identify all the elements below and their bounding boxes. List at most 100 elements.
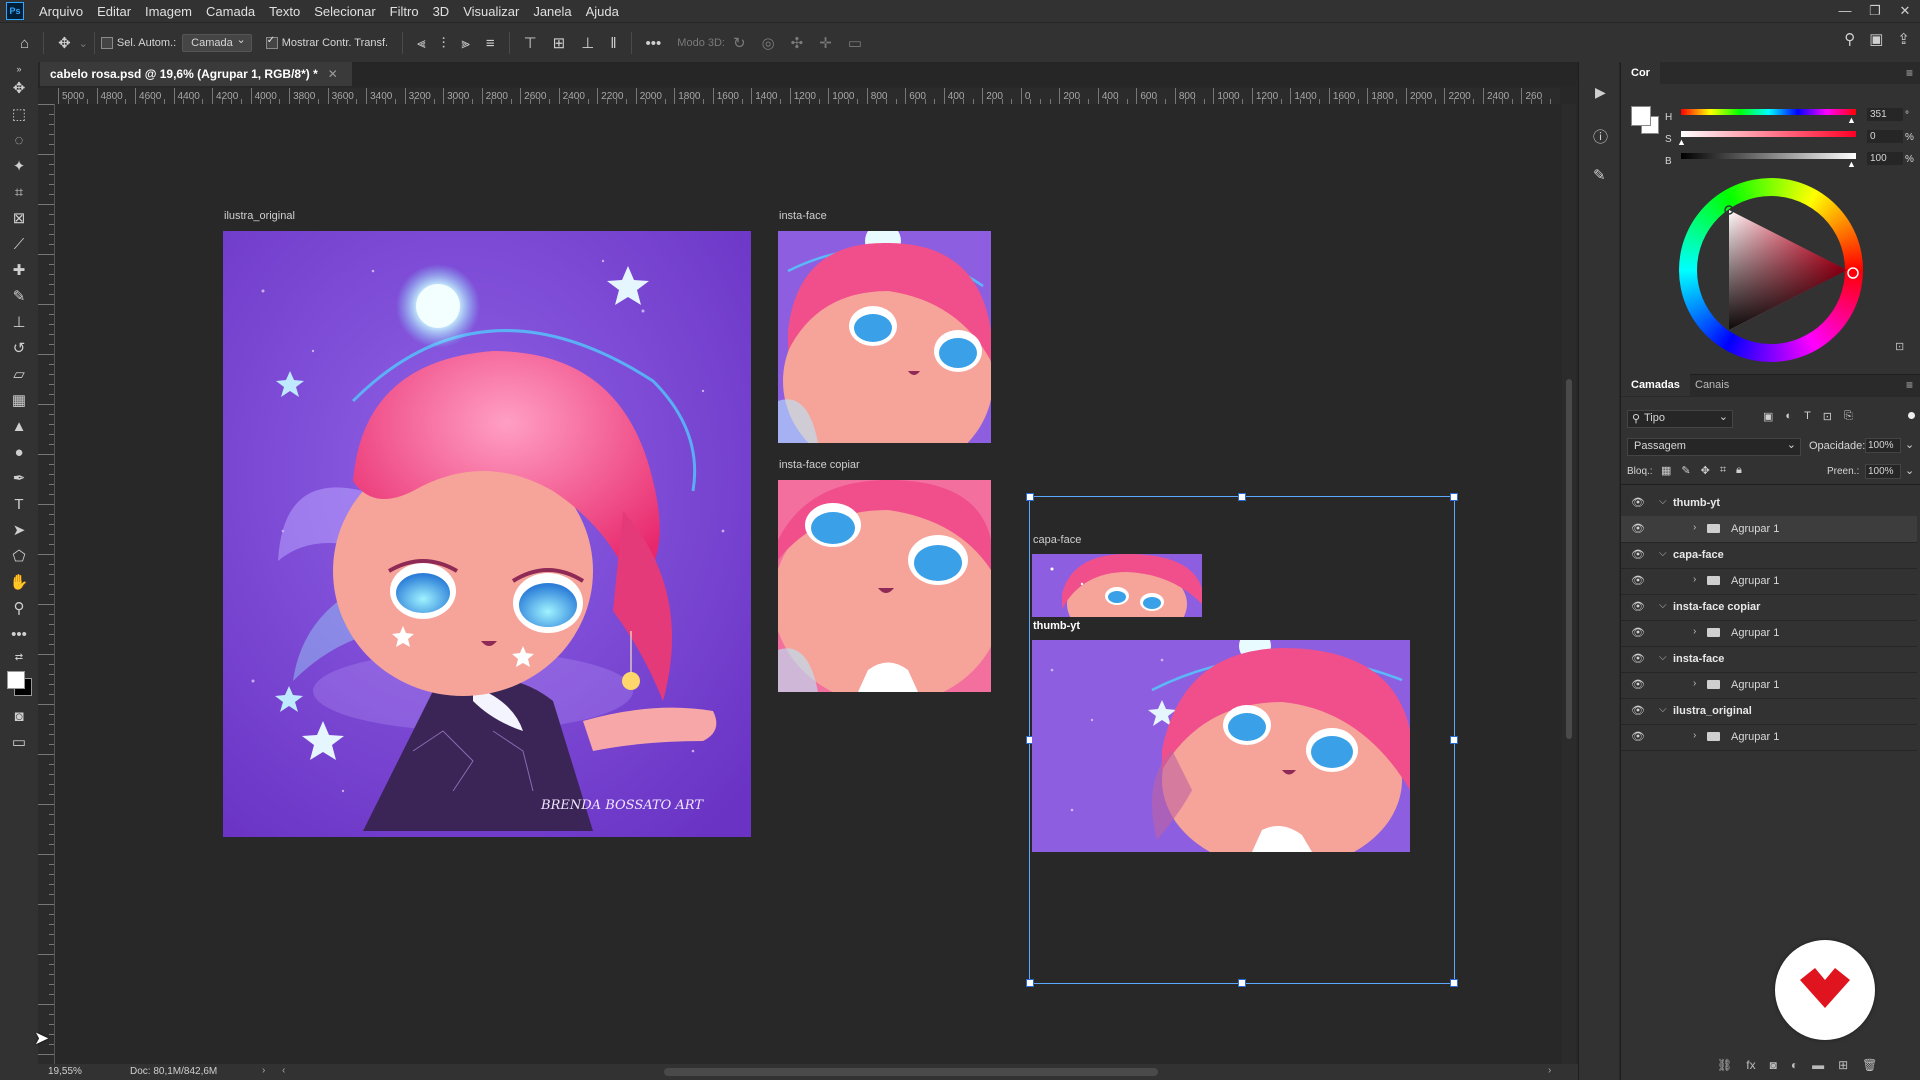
blend-mode-dropdown[interactable]: Passagem ⌄ — [1627, 438, 1801, 456]
actions-play-icon[interactable]: ▶ — [1595, 84, 1606, 101]
chevron-down-icon[interactable]: ⌵ — [1659, 704, 1667, 715]
artboard-label-capa-face[interactable]: capa-face — [1033, 534, 1081, 546]
layer-artboard-row[interactable]: 👁︎ ⌵ ilustra_original — [1621, 698, 1917, 725]
layer-artboard-row[interactable]: 👁︎ ⌵ capa-face — [1621, 542, 1917, 569]
move-tool-preset-icon[interactable]: ✥ — [58, 34, 71, 52]
fill-chevron-icon[interactable]: ⌄ — [1905, 464, 1914, 477]
search-icon[interactable]: ⚲ — [1844, 30, 1855, 48]
scroll-right-icon[interactable]: › — [1548, 1065, 1551, 1076]
document-tab[interactable]: cabelo rosa.psd @ 19,6% (Agrupar 1, RGB/… — [40, 62, 352, 86]
visibility-eye-icon[interactable]: 👁︎ — [1631, 600, 1645, 613]
visibility-eye-icon[interactable]: 👁︎ — [1631, 626, 1645, 639]
restore-icon[interactable]: ❐ — [1860, 0, 1890, 22]
visibility-eye-icon[interactable]: 👁︎ — [1631, 496, 1645, 509]
lock-transparent-icon[interactable]: ▦ — [1661, 464, 1671, 477]
crop-tool-icon[interactable]: ⌗ — [0, 180, 38, 206]
vertical-scrollbar[interactable] — [1562, 104, 1576, 1066]
add-mask-icon[interactable]: ◙ — [1770, 1058, 1777, 1072]
artboard-insta-face[interactable] — [778, 231, 991, 443]
eyedropper-tool-icon[interactable]: ⟋ — [0, 232, 38, 258]
adjustment-layer-icon[interactable]: ◐ — [1791, 1058, 1798, 1072]
filter-pixel-icon[interactable]: ▣ — [1763, 410, 1773, 423]
chevron-down-icon[interactable]: ⌄ — [79, 37, 88, 50]
transform-handle-bottom-center[interactable] — [1238, 979, 1246, 987]
transform-handle-bottom-left[interactable] — [1026, 979, 1034, 987]
layer-group-row[interactable]: 👁︎ › Agrupar 1 — [1621, 620, 1917, 647]
auto-select-target-dropdown[interactable]: Camada — [182, 33, 252, 52]
link-layers-icon[interactable]: ⛓︎ — [1717, 1058, 1732, 1072]
lock-pixels-icon[interactable]: ✎ — [1681, 464, 1690, 477]
visibility-eye-icon[interactable]: 👁︎ — [1631, 522, 1645, 535]
visibility-eye-icon[interactable]: 👁︎ — [1631, 548, 1645, 561]
color-panel-expand-icon[interactable]: ⊡ — [1895, 340, 1904, 353]
gradient-tool-icon[interactable]: ▦ — [0, 388, 38, 414]
chevron-down-icon[interactable]: ⌵ — [1659, 496, 1667, 507]
filter-type-icon[interactable]: T — [1804, 410, 1811, 423]
close-tab-icon[interactable]: ✕ — [328, 67, 338, 81]
color-triangle[interactable] — [1679, 178, 1863, 362]
menu-selecionar[interactable]: Selecionar — [307, 4, 382, 19]
menu-visualizar[interactable]: Visualizar — [456, 4, 526, 19]
layer-group-row[interactable]: 👁︎ › Agrupar 1 — [1621, 568, 1917, 595]
chevron-right-icon[interactable]: › — [1693, 678, 1696, 689]
eraser-tool-icon[interactable]: ▱ — [0, 362, 38, 388]
move-tool-icon[interactable]: ✥ — [0, 76, 38, 102]
transform-handle-top-center[interactable] — [1238, 493, 1246, 501]
visibility-eye-icon[interactable]: 👁︎ — [1631, 574, 1645, 587]
edit-toolbar-icon[interactable]: ••• — [0, 622, 38, 648]
home-icon[interactable]: ⌂ — [20, 35, 29, 52]
vertical-ruler[interactable] — [38, 104, 55, 1066]
transform-handle-middle-right[interactable] — [1450, 736, 1458, 744]
frame-tool-icon[interactable]: ⊠ — [0, 206, 38, 232]
filter-adjustment-icon[interactable]: ◐ — [1785, 410, 1792, 423]
shape-tool-icon[interactable]: ⬠ — [0, 544, 38, 570]
align-bottom-icon[interactable]: ⊥ — [581, 34, 594, 52]
lock-position-icon[interactable]: ✥ — [1701, 464, 1710, 477]
layer-filter-dropdown[interactable]: ⚲ Tipo ⌄ — [1627, 410, 1733, 428]
menu-imagem[interactable]: Imagem — [138, 4, 199, 19]
workspace-icon[interactable]: ▣ — [1869, 30, 1883, 48]
clone-stamp-tool-icon[interactable]: ⊥ — [0, 310, 38, 336]
artboard-label-ilustra-original[interactable]: ilustra_original — [224, 210, 295, 222]
foreground-swatch[interactable] — [1631, 106, 1651, 126]
layer-artboard-row[interactable]: 👁︎ ⌵ thumb-yt — [1621, 490, 1917, 517]
brush-tool-icon[interactable]: ✎ — [0, 284, 38, 310]
saturation-slider[interactable] — [1681, 131, 1856, 137]
horizontal-scrollbar-thumb[interactable] — [664, 1068, 1158, 1076]
close-icon[interactable]: ✕ — [1890, 0, 1920, 22]
align-center-icon[interactable]: ⫶ — [442, 35, 446, 52]
lock-all-icon[interactable]: 🔒︎ — [1736, 464, 1742, 477]
fg-bg-swatch[interactable] — [1631, 106, 1661, 136]
zoom-tool-icon[interactable]: ⚲ — [0, 596, 38, 622]
tab-cor[interactable]: Cor — [1621, 62, 1660, 84]
layer-group-row[interactable]: 👁︎ › Agrupar 1 — [1621, 516, 1917, 543]
path-selection-tool-icon[interactable]: ➤ — [0, 518, 38, 544]
collapse-toolbar-icon[interactable]: » — [0, 62, 38, 76]
chevron-right-icon[interactable]: › — [1693, 522, 1696, 533]
history-brush-tool-icon[interactable]: ↺ — [0, 336, 38, 362]
artboard-label-thumb-yt[interactable]: thumb-yt — [1033, 620, 1080, 632]
menu-camada[interactable]: Camada — [199, 4, 262, 19]
visibility-eye-icon[interactable]: 👁︎ — [1631, 704, 1645, 717]
fill-value[interactable]: 100% — [1865, 464, 1901, 479]
chevron-right-icon[interactable]: › — [1693, 730, 1696, 741]
new-layer-icon[interactable]: ⊞ — [1838, 1058, 1848, 1072]
layers-panel-menu-icon[interactable]: ≡ — [1906, 378, 1913, 392]
pen-tool-icon[interactable]: ✒ — [0, 466, 38, 492]
artboard-thumb-yt[interactable] — [1032, 640, 1410, 852]
menu-ajuda[interactable]: Ajuda — [579, 4, 626, 19]
type-tool-icon[interactable]: T — [0, 492, 38, 518]
video-camera-icon[interactable]: ▭ — [848, 34, 862, 52]
delete-layer-icon[interactable]: 🗑︎ — [1862, 1058, 1877, 1072]
saturation-slider-handle-icon[interactable]: ▲ — [1677, 137, 1686, 147]
slide-3d-icon[interactable]: ✛ — [819, 34, 832, 52]
opacity-value[interactable]: 100% — [1865, 438, 1901, 453]
foreground-color-swatch[interactable] — [7, 671, 25, 689]
align-top-icon[interactable]: ⊤ — [524, 34, 537, 52]
dodge-tool-icon[interactable]: ● — [0, 440, 38, 466]
color-panel-menu-icon[interactable]: ≡ — [1906, 66, 1913, 80]
layer-group-row[interactable]: 👁︎ › Agrupar 1 — [1621, 724, 1917, 751]
artboard-insta-face-copiar[interactable] — [778, 480, 991, 692]
menu-arquivo[interactable]: Arquivo — [32, 4, 90, 19]
menu-janela[interactable]: Janela — [526, 4, 578, 19]
